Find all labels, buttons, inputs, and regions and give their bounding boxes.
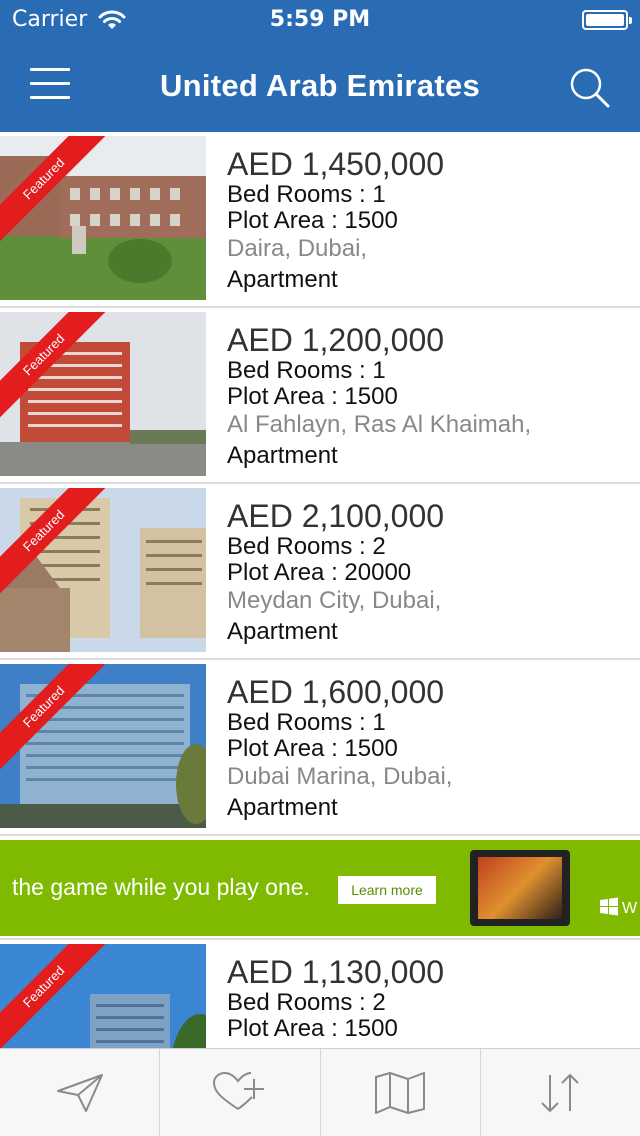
listing-price: AED 1,600,000 bbox=[227, 674, 445, 710]
tablet-image bbox=[470, 850, 570, 926]
clock: 5:59 PM bbox=[269, 7, 371, 32]
listing-plot-area: Plot Area : 1500 bbox=[227, 207, 398, 234]
property-listing[interactable]: Featured AED 1,200,000 Bed Rooms : 1 Plo… bbox=[0, 308, 640, 484]
windows-logo-icon: W bbox=[600, 897, 638, 917]
property-listing[interactable]: Featured AED 1,600,000 Bed Rooms : 1 Plo… bbox=[0, 660, 640, 836]
listing-type: Apartment bbox=[227, 618, 338, 645]
status-bar: Carrier 5:59 PM bbox=[0, 0, 640, 40]
listing-plot-area: Plot Area : 1500 bbox=[227, 735, 398, 762]
sort-icon bbox=[541, 1073, 580, 1112]
listing-location: Meydan City, Dubai, bbox=[227, 587, 442, 614]
map-icon bbox=[375, 1071, 426, 1114]
tab-map[interactable] bbox=[321, 1049, 481, 1136]
property-photo: Featured bbox=[0, 488, 206, 652]
add-favorite-icon bbox=[212, 1071, 264, 1110]
listing-bedrooms: Bed Rooms : 2 bbox=[227, 533, 386, 560]
listing-location: Dubai Marina, Dubai, bbox=[227, 763, 453, 790]
listing-location: Al Fahlayn, Ras Al Khaimah, bbox=[227, 411, 532, 438]
listing-plot-area: Plot Area : 1500 bbox=[227, 383, 398, 410]
nav-bar: United Arab Emirates bbox=[0, 40, 640, 132]
search-icon[interactable] bbox=[568, 66, 612, 110]
listing-type: Apartment bbox=[227, 794, 338, 821]
tab-send[interactable] bbox=[0, 1049, 161, 1136]
ad-text: the game while you play one. bbox=[12, 874, 310, 900]
listing-bedrooms: Bed Rooms : 2 bbox=[227, 989, 386, 1016]
property-list: Featured AED 1,450,000 Bed Rooms : 1 Plo… bbox=[0, 132, 640, 1048]
property-photo: Featured bbox=[0, 664, 206, 828]
listing-type: Apartment bbox=[227, 442, 338, 469]
listing-bedrooms: Bed Rooms : 1 bbox=[227, 357, 386, 384]
send-icon bbox=[56, 1073, 103, 1112]
property-photo: Featured bbox=[0, 312, 206, 476]
listing-price: AED 1,130,000 bbox=[227, 954, 445, 990]
property-listing[interactable]: Featured AED 1,450,000 Bed Rooms : 1 Plo… bbox=[0, 132, 640, 308]
tab-sort[interactable] bbox=[481, 1049, 640, 1136]
ad-banner[interactable]: the game while you play one. Learn more … bbox=[0, 836, 640, 940]
property-photo: Featured bbox=[0, 136, 206, 300]
listing-type: Apartment bbox=[227, 266, 338, 293]
property-listing[interactable]: Featured AED 1,130,000 Bed Rooms : 2 Plo… bbox=[0, 940, 640, 1048]
property-photo: Featured bbox=[0, 944, 206, 1048]
listing-plot-area: Plot Area : 20000 bbox=[227, 559, 412, 586]
svg-text:W: W bbox=[622, 900, 638, 917]
listing-price: AED 1,200,000 bbox=[227, 322, 445, 358]
property-listing[interactable]: Featured AED 2,100,000 Bed Rooms : 2 Plo… bbox=[0, 484, 640, 660]
tab-add-favorite[interactable] bbox=[160, 1049, 321, 1136]
listing-price: AED 2,100,000 bbox=[227, 498, 445, 534]
listing-plot-area: Plot Area : 1500 bbox=[227, 1015, 398, 1042]
page-title: United Arab Emirates bbox=[159, 68, 481, 103]
listing-bedrooms: Bed Rooms : 1 bbox=[227, 709, 386, 736]
listing-price: AED 1,450,000 bbox=[227, 146, 445, 182]
battery-icon bbox=[582, 10, 632, 30]
listing-location: Daira, Dubai, bbox=[227, 235, 368, 262]
listing-bedrooms: Bed Rooms : 1 bbox=[227, 181, 386, 208]
learn-more-button[interactable]: Learn more bbox=[338, 876, 436, 904]
tab-bar bbox=[0, 1048, 640, 1136]
